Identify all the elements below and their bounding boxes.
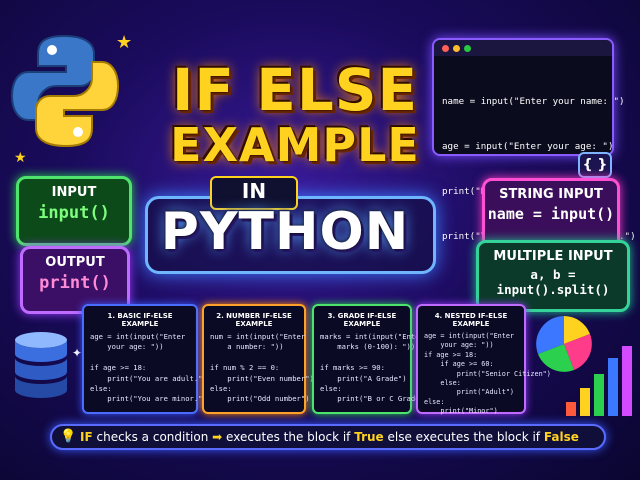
multiple-input-panel: MULTIPLE INPUT a, b = input().split() <box>476 240 630 312</box>
example-title: 2. NUMBER IF-ELSE EXAMPLE <box>216 312 292 328</box>
example-code: age = int(input("Enter your age: ")) if … <box>424 332 551 416</box>
example-card-nested: 4. NESTED IF-ELSE EXAMPLE age = int(inpu… <box>416 304 551 416</box>
example-card-number: 2. NUMBER IF-ELSE EXAMPLE num = int(inpu… <box>202 304 314 414</box>
example-code: num = int(input("Enter a number: ")) if … <box>210 332 314 404</box>
minimize-dot-icon[interactable] <box>453 45 460 52</box>
output-label: OUTPUT <box>45 255 105 270</box>
input-code: input() <box>38 203 110 223</box>
banner-if: IF <box>80 430 93 444</box>
pie-and-bars-icon <box>536 316 632 416</box>
summary-banner: 💡 IF checks a condition ➡ executes the b… <box>50 424 606 450</box>
string-input-code: name = input() <box>487 205 615 223</box>
star-icon: ★ <box>116 32 133 53</box>
input-label: INPUT <box>51 185 97 200</box>
multiple-input-label: MULTIPLE INPUT <box>493 249 613 264</box>
braces-icon: { } <box>578 152 612 178</box>
code-window: name = input("Enter your name: ") age = … <box>432 38 636 242</box>
example-title: 3. GRADE IF-ELSE EXAMPLE <box>327 312 397 328</box>
example-card-basic: 1. BASIC IF-ELSE EXAMPLE age = int(input… <box>82 304 207 414</box>
banner-text: checks a condition <box>92 430 213 444</box>
example-card-grade: 3. GRADE IF-ELSE EXAMPLE marks = int(inp… <box>312 304 429 414</box>
input-panel: INPUT input() <box>16 176 132 246</box>
banner-text: else executes the block if <box>383 430 544 444</box>
code-line: name = input("Enter your name: ") <box>442 96 625 107</box>
example-title: 1. BASIC IF-ELSE EXAMPLE <box>107 312 173 328</box>
example-code: age = int(input("Enter your age: ")) if … <box>90 332 207 404</box>
banner-false: False <box>543 430 579 444</box>
banner-true: True <box>354 430 384 444</box>
banner-text: executes the block if <box>222 430 355 444</box>
arrow-right-icon: ➡ <box>212 430 223 444</box>
string-input-label: STRING INPUT <box>499 187 603 202</box>
database-icon <box>15 332 67 398</box>
lightbulb-icon: 💡 <box>60 429 77 444</box>
star-icon: ✦ <box>72 346 83 360</box>
title-python: PYTHON <box>160 202 410 262</box>
example-title: 4. NESTED IF-ELSE EXAMPLE <box>434 312 508 328</box>
maximize-dot-icon[interactable] <box>464 45 471 52</box>
example-code: marks = int(input("Enter marks (0-100): … <box>320 332 429 404</box>
window-titlebar <box>434 40 612 56</box>
output-code: print() <box>39 273 111 293</box>
multiple-input-code: a, b = input().split() <box>496 267 610 297</box>
close-dot-icon[interactable] <box>442 45 449 52</box>
